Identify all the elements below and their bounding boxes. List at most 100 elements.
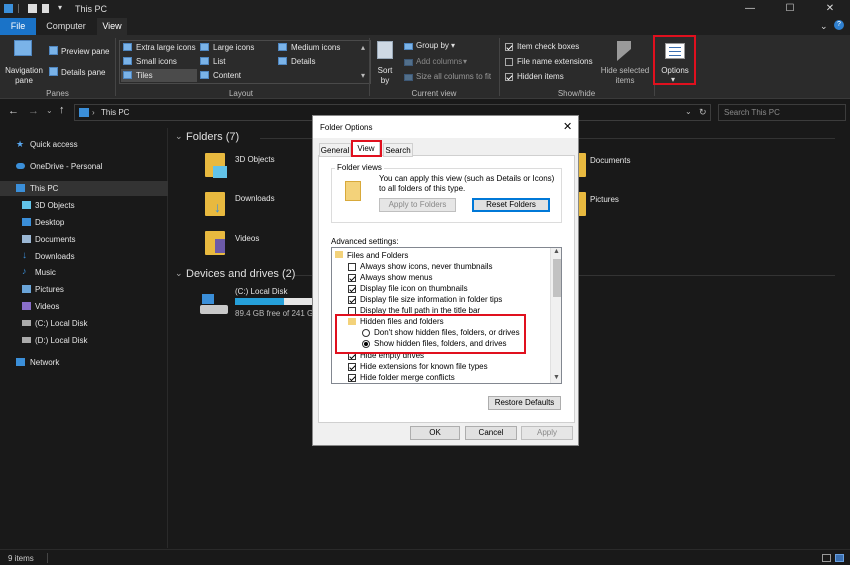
hide-merge-conflicts-checkbox[interactable]: [348, 374, 356, 382]
options-highlight: [653, 35, 696, 85]
group-by-dropdown-icon[interactable]: ▾: [451, 41, 455, 51]
settings-scrollbar[interactable]: ▲ ▼: [550, 248, 561, 383]
ribbon-expand-icon[interactable]: ⌄: [820, 21, 828, 32]
list-icon: [200, 57, 209, 65]
file-name-extensions-label: File name extensions: [517, 57, 593, 66]
breadcrumb-separator-icon: ›: [92, 108, 95, 117]
layout-list[interactable]: List: [213, 57, 225, 67]
layout-medium-icons[interactable]: Medium icons: [291, 43, 340, 53]
hidden-items-checkbox[interactable]: [505, 73, 513, 81]
advanced-settings-label: Advanced settings:: [331, 237, 399, 246]
scroll-down-icon[interactable]: ▼: [553, 374, 560, 381]
always-show-icons-checkbox[interactable]: [348, 263, 356, 271]
refresh-icon[interactable]: ↻: [699, 107, 707, 118]
layout-scroll-up-icon[interactable]: ▴: [361, 43, 365, 53]
back-icon[interactable]: ←: [8, 105, 19, 117]
setting-hide-extensions: Hide extensions for known file types: [360, 362, 488, 371]
reset-folders-button[interactable]: Reset Folders: [472, 198, 550, 212]
nav-item-label: Pictures: [35, 285, 64, 294]
item-check-boxes-label: Item check boxes: [517, 42, 580, 51]
tab-view[interactable]: View: [97, 18, 127, 35]
apply-button[interactable]: Apply: [521, 426, 573, 440]
always-show-menus-checkbox[interactable]: [348, 274, 356, 282]
layout-details[interactable]: Details: [291, 57, 315, 67]
details-view-icon[interactable]: [822, 554, 831, 562]
item-check-boxes-checkbox[interactable]: [505, 43, 513, 51]
tab-computer[interactable]: Computer: [40, 18, 92, 35]
nav-item-label: (D:) Local Disk: [35, 336, 88, 345]
tab-file[interactable]: File: [0, 18, 36, 35]
layout-extra-large-icons[interactable]: Extra large icons: [136, 43, 196, 53]
layout-tiles[interactable]: Tiles: [136, 71, 153, 81]
folder-downloads[interactable]: Downloads: [235, 194, 275, 203]
setting-file-size-info: Display file size information in folder …: [360, 295, 503, 304]
documents-icon: [22, 235, 31, 243]
navigation-pane: ★ Quick access OneDrive - Personal This P…: [0, 128, 168, 548]
folder-3d-objects[interactable]: 3D Objects: [235, 155, 275, 164]
add-columns-button[interactable]: Add columns: [416, 57, 462, 67]
hide-extensions-checkbox[interactable]: [348, 363, 356, 371]
cancel-button[interactable]: Cancel: [465, 426, 517, 440]
nav-item-label: This PC: [30, 184, 59, 193]
folders-collapse-icon[interactable]: ⌄: [175, 131, 183, 142]
details-pane-icon: [49, 67, 58, 76]
close-button[interactable]: ✕: [810, 0, 850, 18]
local-disk-icon[interactable]: [200, 294, 230, 316]
minimize-button[interactable]: —: [730, 0, 770, 18]
maximize-button[interactable]: ☐: [770, 0, 810, 18]
layout-small-icons[interactable]: Small icons: [136, 57, 177, 67]
file-name-extensions-checkbox[interactable]: [505, 58, 513, 66]
drive-icon: [22, 337, 31, 343]
layout-tiles-selected[interactable]: [121, 69, 197, 82]
recent-locations-icon[interactable]: ⌄: [46, 106, 53, 115]
setting-files-and-folders: Files and Folders: [347, 251, 409, 260]
size-all-columns-button[interactable]: Size all columns to fit: [416, 72, 491, 82]
size-columns-icon: [404, 74, 413, 81]
dialog-title: Folder Options: [320, 123, 373, 132]
properties-icon[interactable]: [28, 4, 37, 13]
layout-more-icon[interactable]: ▾: [361, 71, 365, 81]
apply-to-folders-button[interactable]: Apply to Folders: [379, 198, 456, 212]
new-folder-icon[interactable]: [42, 4, 49, 13]
quick-access-dropdown-icon[interactable]: ▾: [58, 4, 67, 13]
search-input[interactable]: Search This PC: [718, 104, 846, 121]
tab-search[interactable]: Search: [383, 143, 413, 157]
breadcrumb-this-pc[interactable]: This PC: [101, 108, 129, 117]
ribbon-tabs: File Computer View ⌄ ?: [0, 18, 850, 35]
scroll-up-icon[interactable]: ▲: [553, 248, 560, 255]
forward-icon[interactable]: →: [28, 105, 39, 117]
large-icons-view-icon[interactable]: [835, 554, 844, 562]
tiles-icon: [123, 71, 132, 79]
folder-options-dialog: Folder Options ✕ General View Search Fol…: [312, 115, 579, 446]
folder-pictures[interactable]: Pictures: [590, 195, 619, 204]
layout-large-icons[interactable]: Large icons: [213, 43, 254, 53]
add-columns-dropdown-icon[interactable]: ▾: [463, 57, 467, 67]
small-icons-icon: [123, 57, 132, 65]
file-size-info-checkbox[interactable]: [348, 296, 356, 304]
folder-views-text: You can apply this view (such as Details…: [379, 174, 555, 193]
drives-collapse-icon[interactable]: ⌄: [175, 268, 183, 279]
drive-c-label[interactable]: (C:) Local Disk: [235, 287, 287, 296]
setting-always-show-menus: Always show menus: [360, 273, 433, 282]
folder-documents[interactable]: Documents: [590, 156, 630, 165]
nav-item-label: Desktop: [35, 218, 65, 227]
preview-pane-button[interactable]: Preview pane: [61, 47, 109, 57]
group-by-button[interactable]: Group by: [416, 41, 449, 51]
restore-defaults-button[interactable]: Restore Defaults: [488, 396, 561, 410]
file-icon-thumbnails-checkbox[interactable]: [348, 285, 356, 293]
navigation-pane-button[interactable]: Navigation pane: [4, 66, 44, 86]
sort-by-button[interactable]: Sort by: [374, 66, 396, 86]
tab-general[interactable]: General: [319, 143, 351, 157]
dialog-close-icon[interactable]: ✕: [563, 120, 572, 133]
ok-button[interactable]: OK: [410, 426, 460, 440]
address-dropdown-icon[interactable]: ⌄: [685, 107, 692, 116]
nav-item-label: Videos: [35, 302, 60, 311]
details-pane-button[interactable]: Details pane: [61, 68, 105, 78]
scroll-thumb[interactable]: [553, 259, 561, 297]
folder-videos[interactable]: Videos: [235, 234, 259, 243]
hide-selected-items-button[interactable]: Hide selected items: [597, 66, 653, 86]
layout-content[interactable]: Content: [213, 71, 241, 81]
help-icon[interactable]: ?: [834, 20, 844, 30]
drive-c-free: 89.4 GB free of 241 GB: [235, 309, 319, 318]
up-icon[interactable]: ↑: [59, 104, 65, 116]
